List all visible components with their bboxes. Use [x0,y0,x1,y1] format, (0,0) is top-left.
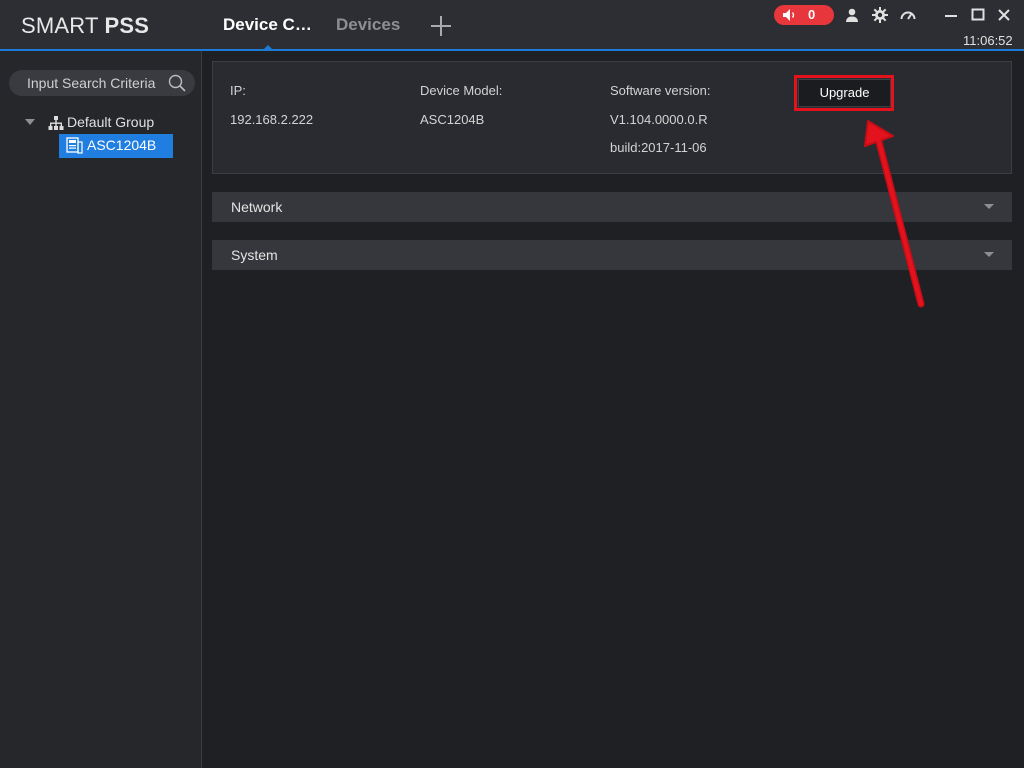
alarm-count: 0 [808,7,816,22]
software-version-label: Software version: [610,83,711,98]
alarm-badge[interactable]: 0 [774,5,834,25]
ip-label: IP: [230,83,246,98]
search-box[interactable]: Input Search Criteria [9,70,195,96]
dashboard-icon[interactable] [899,6,917,24]
group-icon [48,115,64,136]
search-icon[interactable] [168,74,186,97]
title-bar: SMART PSS Device C… Devices 0 11:06:52 [0,0,1024,51]
tree-expand-icon[interactable] [25,119,35,125]
speaker-icon [782,8,798,27]
tree-item-default-group[interactable]: Default Group [67,114,154,130]
annotation-arrow [864,120,925,308]
annotation-highlight-box [794,75,894,111]
device-label: ASC1204B [87,137,157,153]
system-section-label: System [231,247,278,263]
network-section-label: Network [231,199,283,215]
user-icon[interactable] [843,6,861,24]
close-icon[interactable] [995,6,1013,24]
chevron-down-icon [984,204,994,209]
device-model-value: ASC1204B [420,112,485,127]
add-tab-button[interactable] [430,15,452,37]
device-icon [66,137,83,159]
clock: 11:06:52 [963,33,1013,48]
build-value: build:2017-11-06 [610,140,707,155]
device-model-label: Device Model: [420,83,503,98]
chevron-down-icon [984,252,994,257]
tab-devices[interactable]: Devices [336,15,400,35]
software-version-value: V1.104.0000.0.R [610,112,708,127]
ip-value: 192.168.2.222 [230,112,314,127]
tab-device-config[interactable]: Device C… [223,15,312,35]
gear-icon[interactable] [871,6,889,24]
maximize-icon[interactable] [969,6,987,24]
tree-item-device[interactable]: ASC1204B [59,134,173,158]
app-logo: SMART PSS [21,13,150,38]
search-input[interactable]: Input Search Criteria [27,75,155,91]
minimize-icon[interactable] [942,6,960,24]
device-tree-sidebar: Input Search Criteria Default Group ASC1… [0,51,202,768]
